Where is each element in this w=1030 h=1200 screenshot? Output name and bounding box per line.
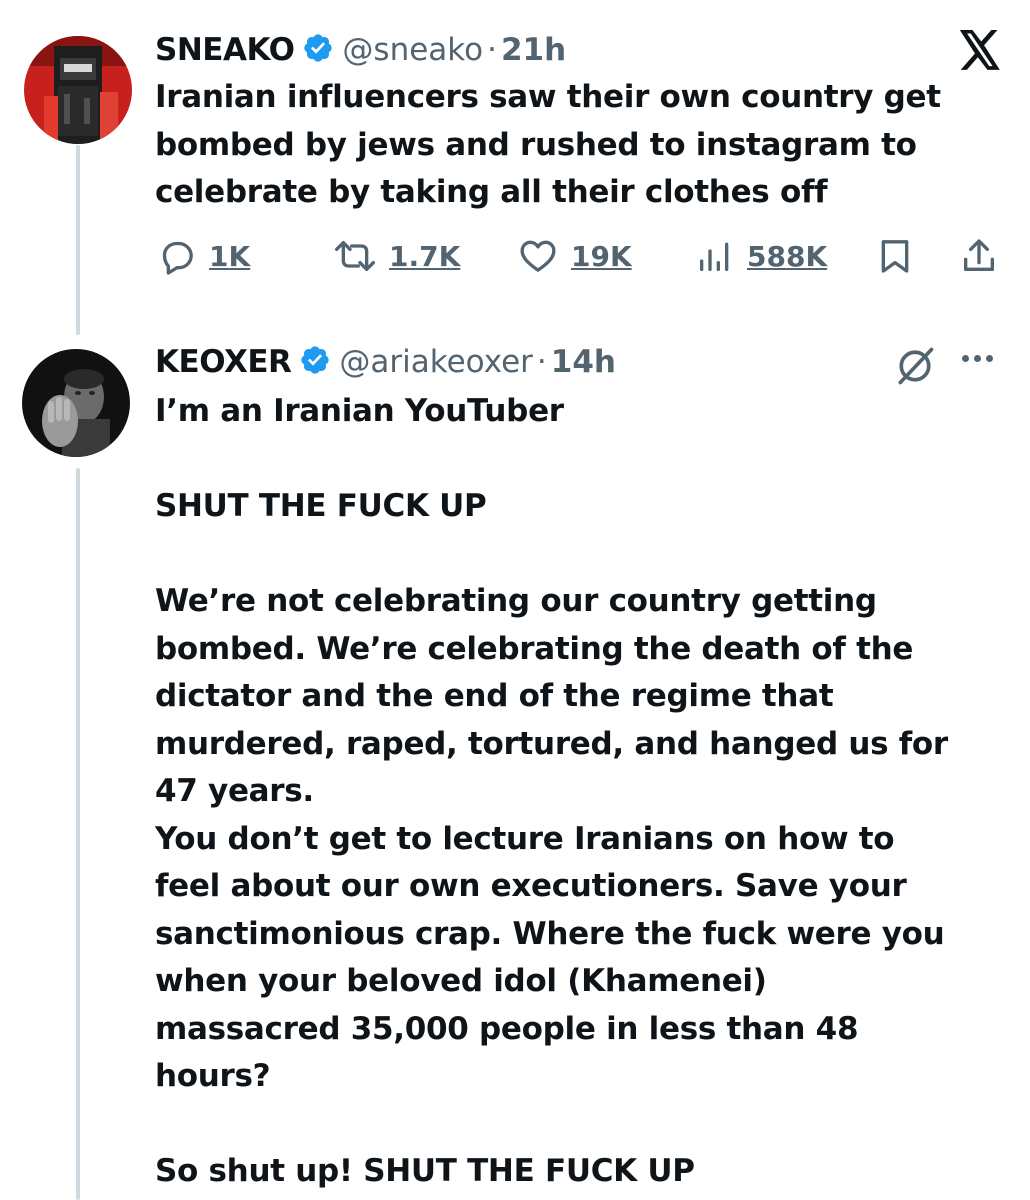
tweet-timestamp[interactable]: 14h: [551, 344, 616, 380]
tweet-timestamp[interactable]: 21h: [501, 32, 566, 68]
avatar-sneako[interactable]: [24, 36, 132, 144]
share-icon: [959, 236, 999, 276]
verified-badge-icon: [302, 32, 334, 68]
reply-icon: [157, 236, 197, 276]
repost-button[interactable]: 1.7K: [333, 236, 460, 276]
avatar-keoxer[interactable]: [22, 349, 130, 457]
author-handle[interactable]: @ariakeoxer: [339, 344, 533, 380]
x-logo-icon[interactable]: [958, 30, 1002, 74]
reply-button[interactable]: 1K: [157, 236, 250, 276]
reply-count: 1K: [209, 239, 251, 273]
thread-connector-line-2: [76, 468, 80, 1200]
separator-dot: ·: [487, 32, 497, 68]
repost-count: 1.7K: [389, 239, 461, 273]
share-button[interactable]: [959, 236, 999, 276]
more-icon[interactable]: [962, 355, 993, 362]
repost-icon: [333, 236, 377, 276]
grok-icon[interactable]: [893, 344, 937, 392]
tweet1-header: SNEAKO @sneako · 21h: [155, 28, 566, 72]
like-button[interactable]: 19K: [517, 236, 632, 276]
author-handle[interactable]: @sneako: [342, 32, 483, 68]
tweet1-text: Iranian influencers saw their own countr…: [155, 79, 941, 210]
like-count: 19K: [571, 239, 632, 273]
tweet2-text: I’m an Iranian YouTuber SHUT THE FUCK UP…: [155, 393, 948, 1189]
tweet2-header: KEOXER @ariakeoxer · 14h: [155, 340, 616, 384]
bookmark-icon: [875, 236, 915, 276]
separator-dot: ·: [536, 344, 547, 380]
tweet1-action-bar: 1K 1.7K 19K 588K: [155, 236, 1005, 280]
thread-connector-line: [76, 145, 80, 335]
views-button[interactable]: 588K: [695, 236, 827, 276]
bookmark-button[interactable]: [875, 236, 915, 276]
like-icon: [517, 236, 559, 276]
views-count: 588K: [747, 239, 828, 273]
views-icon: [695, 236, 735, 276]
verified-badge-icon: [299, 344, 331, 380]
author-name[interactable]: SNEAKO: [155, 32, 295, 68]
author-name[interactable]: KEOXER: [155, 344, 292, 380]
